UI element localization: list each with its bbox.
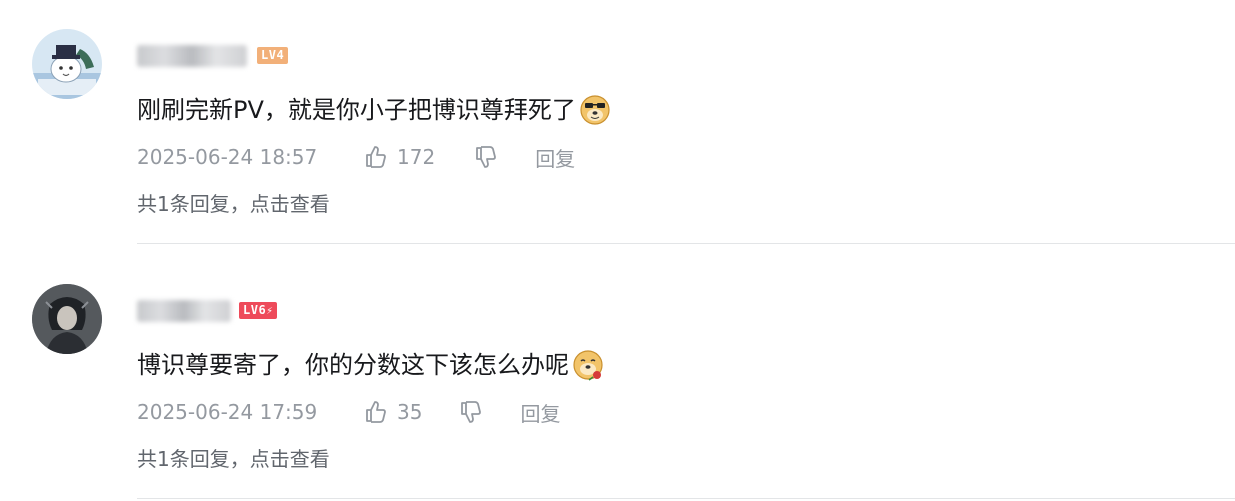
comment-item: LV6⚡ 博识尊要寄了，你的分数这下该怎么办呢 2025-06-24 17:59… (0, 255, 1235, 501)
reply-button[interactable]: 回复 (520, 398, 560, 427)
like-button[interactable]: 35 (363, 399, 422, 425)
thumbs-up-icon (363, 144, 389, 170)
comment-text: 刚刷完新PV，就是你小子把博识尊拜死了 (137, 92, 612, 135)
doge-rose-emoji (571, 347, 605, 390)
comment-item: LV4 刚刷完新PV，就是你小子把博识尊拜死了 2025-06-24 18:57… (0, 0, 1235, 255)
view-replies-link[interactable]: 共1条回复，点击查看 (137, 443, 330, 472)
divider (137, 243, 1235, 244)
thumbs-down-icon[interactable] (473, 144, 499, 170)
username[interactable] (137, 300, 231, 322)
avatar[interactable] (32, 29, 102, 99)
comment-meta: 2025-06-24 18:57 172 回复 (137, 143, 575, 171)
comment-time: 2025-06-24 18:57 (137, 145, 318, 169)
level-badge: LV6⚡ (239, 302, 278, 319)
comment-text: 博识尊要寄了，你的分数这下该怎么办呢 (137, 347, 605, 390)
avatar[interactable] (32, 284, 102, 354)
reply-button[interactable]: 回复 (535, 143, 575, 172)
thumbs-down-icon[interactable] (458, 399, 484, 425)
comment-time: 2025-06-24 17:59 (137, 400, 318, 424)
like-button[interactable]: 172 (363, 144, 435, 170)
like-count: 35 (397, 400, 423, 424)
like-count: 172 (397, 145, 436, 169)
doge-emoji (578, 92, 612, 135)
username[interactable] (137, 45, 247, 67)
thumbs-up-icon (363, 399, 389, 425)
view-replies-link[interactable]: 共1条回复，点击查看 (137, 188, 330, 217)
comment-meta: 2025-06-24 17:59 35 回复 (137, 398, 560, 426)
level-badge: LV4 (257, 47, 289, 64)
divider (137, 498, 1235, 499)
